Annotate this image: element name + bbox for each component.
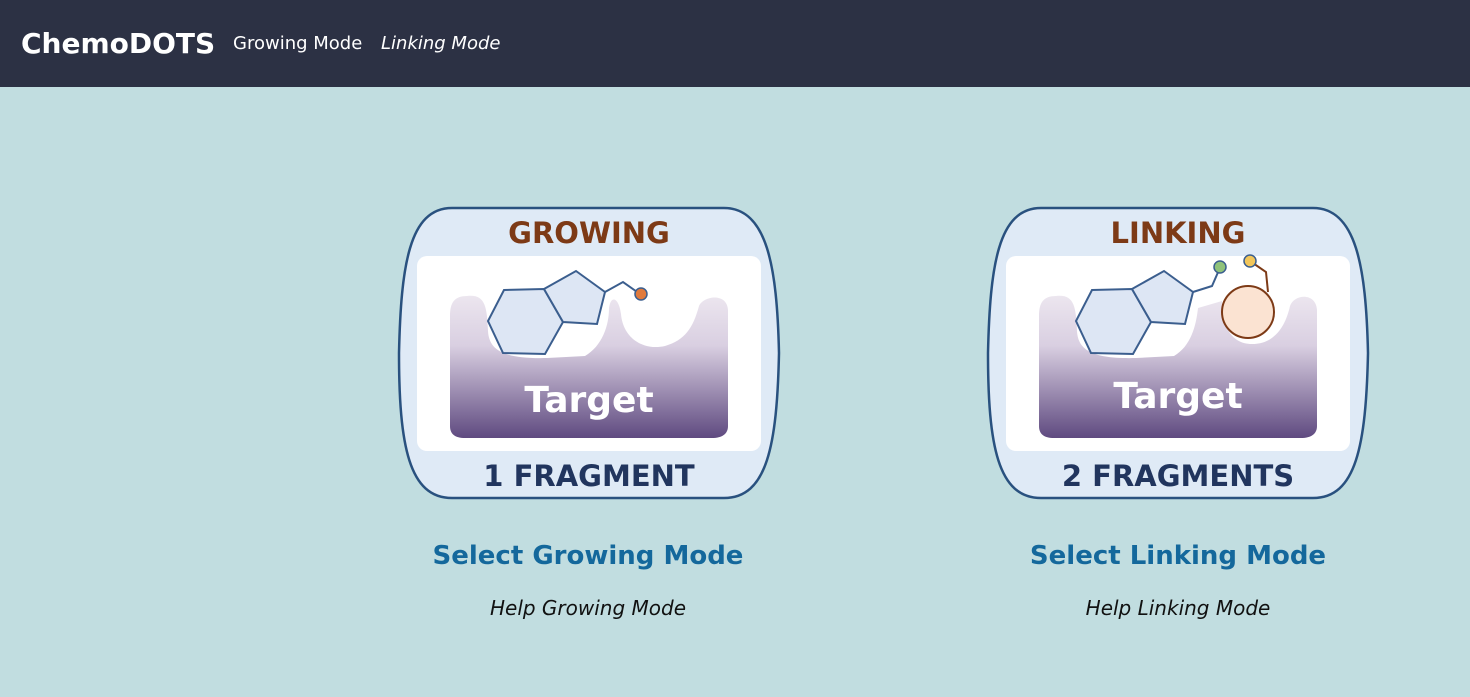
linking-mode-card[interactable]: LINKING Target 2 FRAGMENTS	[986, 206, 1370, 501]
help-linking-mode-link[interactable]: Help Linking Mode	[978, 594, 1378, 622]
growing-badge-fragments: 1 FRAGMENT	[483, 459, 695, 493]
growing-badge-title: GROWING	[508, 216, 670, 250]
navbar: ChemoDOTS Growing Mode Linking Mode	[0, 0, 1470, 87]
linking-badge-target: Target	[1113, 376, 1242, 417]
select-growing-mode-link[interactable]: Select Growing Mode	[388, 539, 788, 573]
linking-badge-title: LINKING	[1111, 216, 1246, 250]
linking-mode-icon: LINKING Target 2 FRAGMENTS	[986, 206, 1370, 500]
nav-linking-mode[interactable]: Linking Mode	[381, 31, 500, 57]
growing-mode-icon: GROWING Target 1 FRAGMENT	[397, 206, 781, 500]
help-growing-mode-link[interactable]: Help Growing Mode	[388, 594, 788, 622]
growing-badge-target: Target	[524, 380, 653, 421]
linking-badge-fragments: 2 FRAGMENTS	[1062, 459, 1294, 493]
select-linking-mode-link[interactable]: Select Linking Mode	[978, 539, 1378, 573]
growing-mode-card[interactable]: GROWING Target 1 FRAGMENT	[397, 206, 781, 501]
nav-growing-mode[interactable]: Growing Mode	[233, 31, 362, 57]
brand-logo[interactable]: ChemoDOTS	[21, 26, 215, 62]
